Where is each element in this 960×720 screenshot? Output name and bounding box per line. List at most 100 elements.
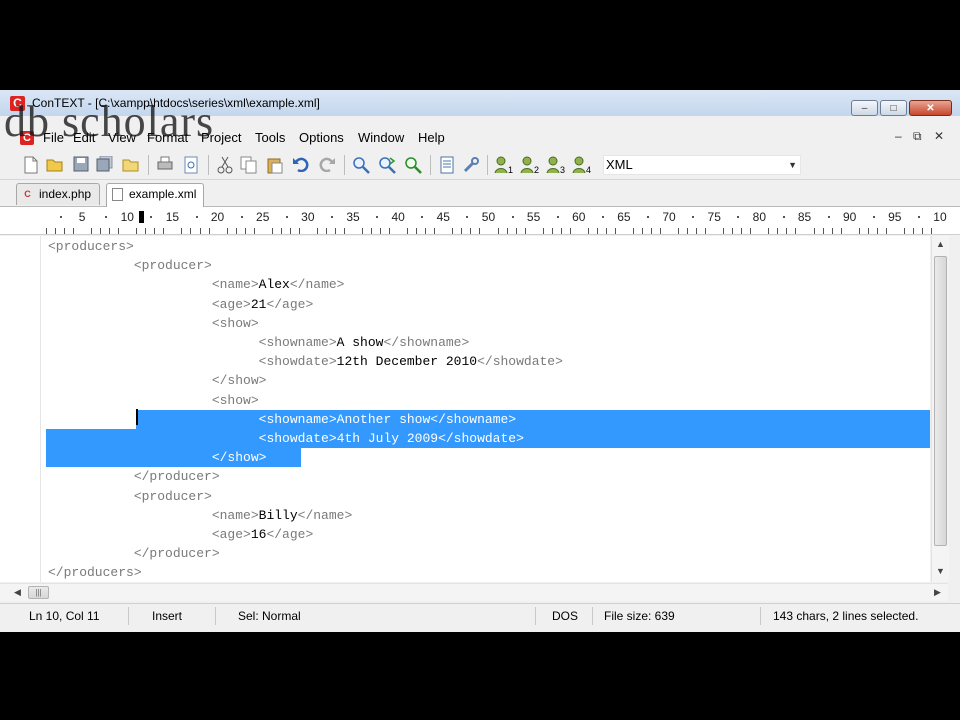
code-line[interactable]: </producer> <box>48 467 220 486</box>
ruler-tick <box>425 228 427 234</box>
code-line[interactable]: </producers> <box>48 563 142 582</box>
find-icon[interactable] <box>352 156 370 174</box>
ruler-dot <box>466 216 469 218</box>
code-line[interactable]: <showdate>12th December 2010</showdate> <box>48 352 563 371</box>
paste-icon[interactable] <box>266 156 284 174</box>
user-command-4-icon[interactable]: 4 <box>572 156 592 175</box>
tab-example-xml[interactable]: example.xml <box>106 183 204 207</box>
find-next-icon[interactable] <box>378 156 396 174</box>
xml-tag: <producers> <box>48 239 134 254</box>
ruler-tick <box>777 228 779 234</box>
ruler-label: 80 <box>752 210 767 224</box>
tab-index-php[interactable]: C index.php <box>16 183 100 205</box>
ruler-dot <box>827 216 830 218</box>
code-line[interactable]: <name>Billy</name> <box>48 506 352 525</box>
code-line[interactable]: <name>Alex</name> <box>48 275 345 294</box>
save-all-icon[interactable] <box>96 155 114 174</box>
ruler-label: 10 <box>933 210 947 224</box>
ruler-label: 60 <box>572 210 586 224</box>
scroll-up-icon[interactable]: ▲ <box>936 239 945 249</box>
ruler-tick <box>831 228 833 234</box>
file-properties-icon[interactable] <box>438 156 456 174</box>
copy-icon[interactable] <box>240 156 258 174</box>
mdi-restore-button[interactable]: ⧉ <box>913 129 922 144</box>
selection-mode[interactable]: Sel: Normal <box>238 609 301 623</box>
user-command-1-icon[interactable]: 1 <box>494 156 514 175</box>
open-folder-icon[interactable] <box>46 156 64 174</box>
code-line[interactable]: <producer> <box>48 487 212 506</box>
undo-icon[interactable] <box>292 156 310 174</box>
code-line[interactable]: <show> <box>48 314 259 333</box>
code-line[interactable]: <showdate>4th July 2009</showdate> <box>48 429 524 448</box>
print-preview-icon[interactable] <box>182 156 200 174</box>
user-command-2-icon[interactable]: 2 <box>520 156 540 175</box>
code-line[interactable]: <show> <box>48 391 259 410</box>
xml-tag: <name> <box>211 277 259 293</box>
vertical-scroll-thumb[interactable] <box>934 256 947 546</box>
chevron-down-icon[interactable]: ▼ <box>788 156 797 174</box>
code-line[interactable]: </show> <box>48 371 267 390</box>
highlighter-select[interactable]: XML ▼ <box>603 155 801 175</box>
open-file-icon[interactable] <box>122 156 140 174</box>
ruler-label: 65 <box>617 210 631 224</box>
xml-file-icon <box>112 188 123 201</box>
code-line[interactable]: <showname>A show</showname> <box>48 333 470 352</box>
ruler-tick <box>750 228 752 234</box>
tools-icon[interactable] <box>462 156 480 174</box>
ruler-tick <box>100 228 102 234</box>
line-endings[interactable]: DOS <box>552 609 578 623</box>
menu-window[interactable]: Window <box>358 130 404 145</box>
menu-options[interactable]: Options <box>299 130 344 145</box>
ruler-label: 20 <box>210 210 225 224</box>
toolbar-separator <box>344 155 345 175</box>
new-file-icon[interactable] <box>22 156 40 174</box>
xml-tag: <name> <box>211 507 259 523</box>
mdi-close-button[interactable]: ✕ <box>934 129 944 143</box>
menu-tools[interactable]: Tools <box>255 130 285 145</box>
ruler-tick <box>858 228 860 234</box>
horizontal-scroll-thumb[interactable]: ||| <box>28 586 49 599</box>
code-line[interactable]: <showname>Another show</showname> <box>48 410 516 429</box>
document-tabs: C index.php example.xml <box>0 182 960 207</box>
xml-tag: </producers> <box>48 565 142 581</box>
xml-text: A show <box>336 335 384 350</box>
ruler-tick <box>235 228 237 234</box>
code-line[interactable]: <producers> <box>48 237 134 256</box>
code-line[interactable]: <age>21</age> <box>48 295 313 314</box>
insert-mode[interactable]: Insert <box>152 609 182 623</box>
ruler-label: 30 <box>301 210 315 224</box>
code-line[interactable]: <producer> <box>48 256 212 275</box>
print-icon[interactable] <box>156 156 174 174</box>
ruler-dot <box>195 216 198 218</box>
code-editor[interactable]: <producers> <producer> <name>Alex</name>… <box>0 236 930 582</box>
cut-icon[interactable] <box>216 156 234 174</box>
vertical-scrollbar[interactable]: ▲ ▼ <box>931 236 949 582</box>
ruler-column-marker <box>139 211 144 223</box>
ruler-tick <box>334 228 336 234</box>
maximize-button[interactable]: □ <box>880 100 907 116</box>
scroll-right-icon[interactable]: ▶ <box>934 587 941 598</box>
scroll-down-icon[interactable]: ▼ <box>936 566 945 576</box>
xml-text: 21 <box>250 296 267 312</box>
code-line[interactable]: </producer> <box>48 544 220 563</box>
horizontal-scrollbar[interactable]: ◀ ||| ▶ <box>0 583 948 601</box>
scroll-left-icon[interactable]: ◀ <box>14 587 21 598</box>
minimize-button[interactable]: ‒ <box>851 100 878 116</box>
user-command-3-icon[interactable]: 3 <box>546 156 566 175</box>
code-line[interactable]: </show> <box>48 448 267 467</box>
close-button[interactable]: ✕ <box>909 100 952 116</box>
save-icon[interactable] <box>72 156 90 174</box>
ruler-tick <box>46 228 47 234</box>
menu-help[interactable]: Help <box>418 130 445 145</box>
mdi-minimize-button[interactable]: ‒ <box>895 129 902 143</box>
ruler-tick <box>551 228 553 234</box>
replace-icon[interactable] <box>404 156 422 174</box>
ruler-label: 75 <box>707 210 721 224</box>
code-line[interactable]: <age>16</age> <box>48 525 313 544</box>
ruler-tick <box>253 228 255 234</box>
redo-icon[interactable] <box>318 156 336 174</box>
